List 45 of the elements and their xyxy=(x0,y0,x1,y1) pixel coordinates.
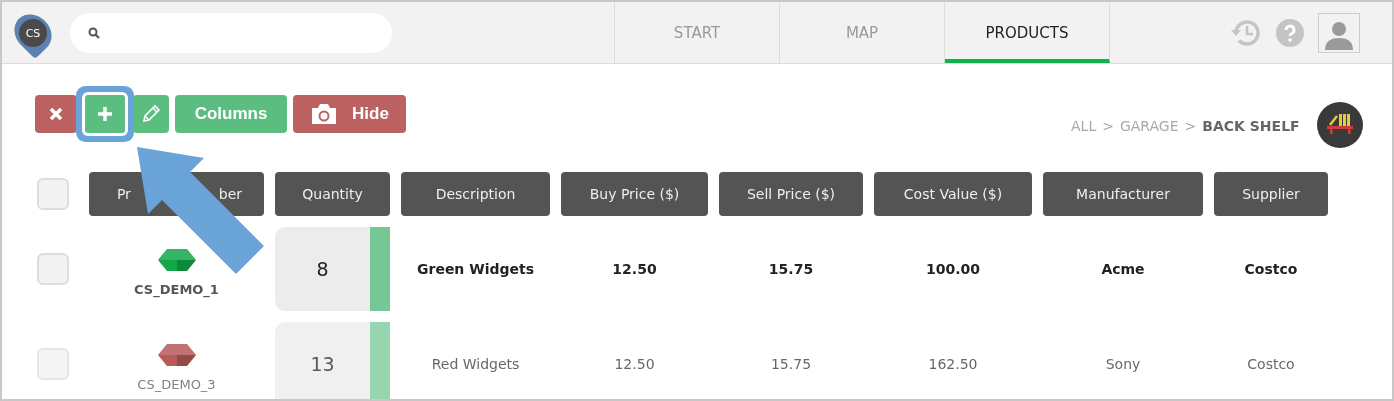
table-cell-text: Red Widgets xyxy=(430,355,521,374)
table-cell-text: 100.00 xyxy=(925,260,981,279)
table-cell-text: 15.75 xyxy=(767,260,815,279)
column-header[interactable]: Quantity xyxy=(275,172,390,216)
nav-tab[interactable]: PRODUCTS xyxy=(945,2,1110,63)
checkbox[interactable] xyxy=(37,253,69,285)
table-cell-text: Green Widgets xyxy=(416,260,535,279)
plus-icon xyxy=(97,106,113,122)
column-header[interactable]: Manufacturer xyxy=(1043,172,1203,216)
close-icon xyxy=(49,107,63,121)
help-icon[interactable] xyxy=(1276,18,1304,47)
pencil-icon xyxy=(141,104,161,124)
table-cell-text: Sony xyxy=(1104,355,1142,374)
checkbox[interactable] xyxy=(37,348,69,380)
breadcrumb-link[interactable]: BACK SHELF xyxy=(1202,118,1300,134)
checkbox[interactable] xyxy=(37,178,69,210)
table-cell-text: Costco xyxy=(1243,260,1299,279)
product-number: CS_DEMO_1 xyxy=(134,281,219,297)
shelf-icon xyxy=(1315,101,1364,149)
quantity-field[interactable]: 13 xyxy=(275,322,370,399)
column-header[interactable]: Cost Value ($) xyxy=(874,172,1032,216)
edit-button[interactable] xyxy=(133,95,169,133)
column-header[interactable]: Buy Price ($) xyxy=(561,172,708,216)
hide-button[interactable]: Hide xyxy=(293,95,406,133)
table-cell-text: 12.50 xyxy=(613,355,656,374)
camera-icon xyxy=(310,103,339,125)
column-header[interactable]: Supplier xyxy=(1214,172,1328,216)
table-cell-text: Acme xyxy=(1100,260,1146,279)
header-text: Pr xyxy=(116,186,131,202)
quantity-field[interactable]: 8 xyxy=(275,227,370,311)
breadcrumb-separator: > xyxy=(1102,118,1114,134)
column-header[interactable]: Description xyxy=(401,172,550,216)
table-cell-text: 162.50 xyxy=(927,355,979,374)
product-number: CS_DEMO_3 xyxy=(137,376,216,392)
delete-button[interactable] xyxy=(35,95,77,133)
table-cell-text: 12.50 xyxy=(611,260,658,279)
user-avatar-icon[interactable] xyxy=(1318,12,1360,53)
search-field[interactable] xyxy=(70,12,392,53)
header-text: ber xyxy=(218,186,243,202)
breadcrumb-separator: > xyxy=(1184,118,1197,134)
history-icon[interactable] xyxy=(1230,17,1262,48)
search-icon xyxy=(88,26,100,39)
column-header[interactable]: Sell Price ($) xyxy=(719,172,863,216)
table-cell-text: Costco xyxy=(1246,355,1296,374)
table-cell-text: 15.75 xyxy=(769,355,813,374)
